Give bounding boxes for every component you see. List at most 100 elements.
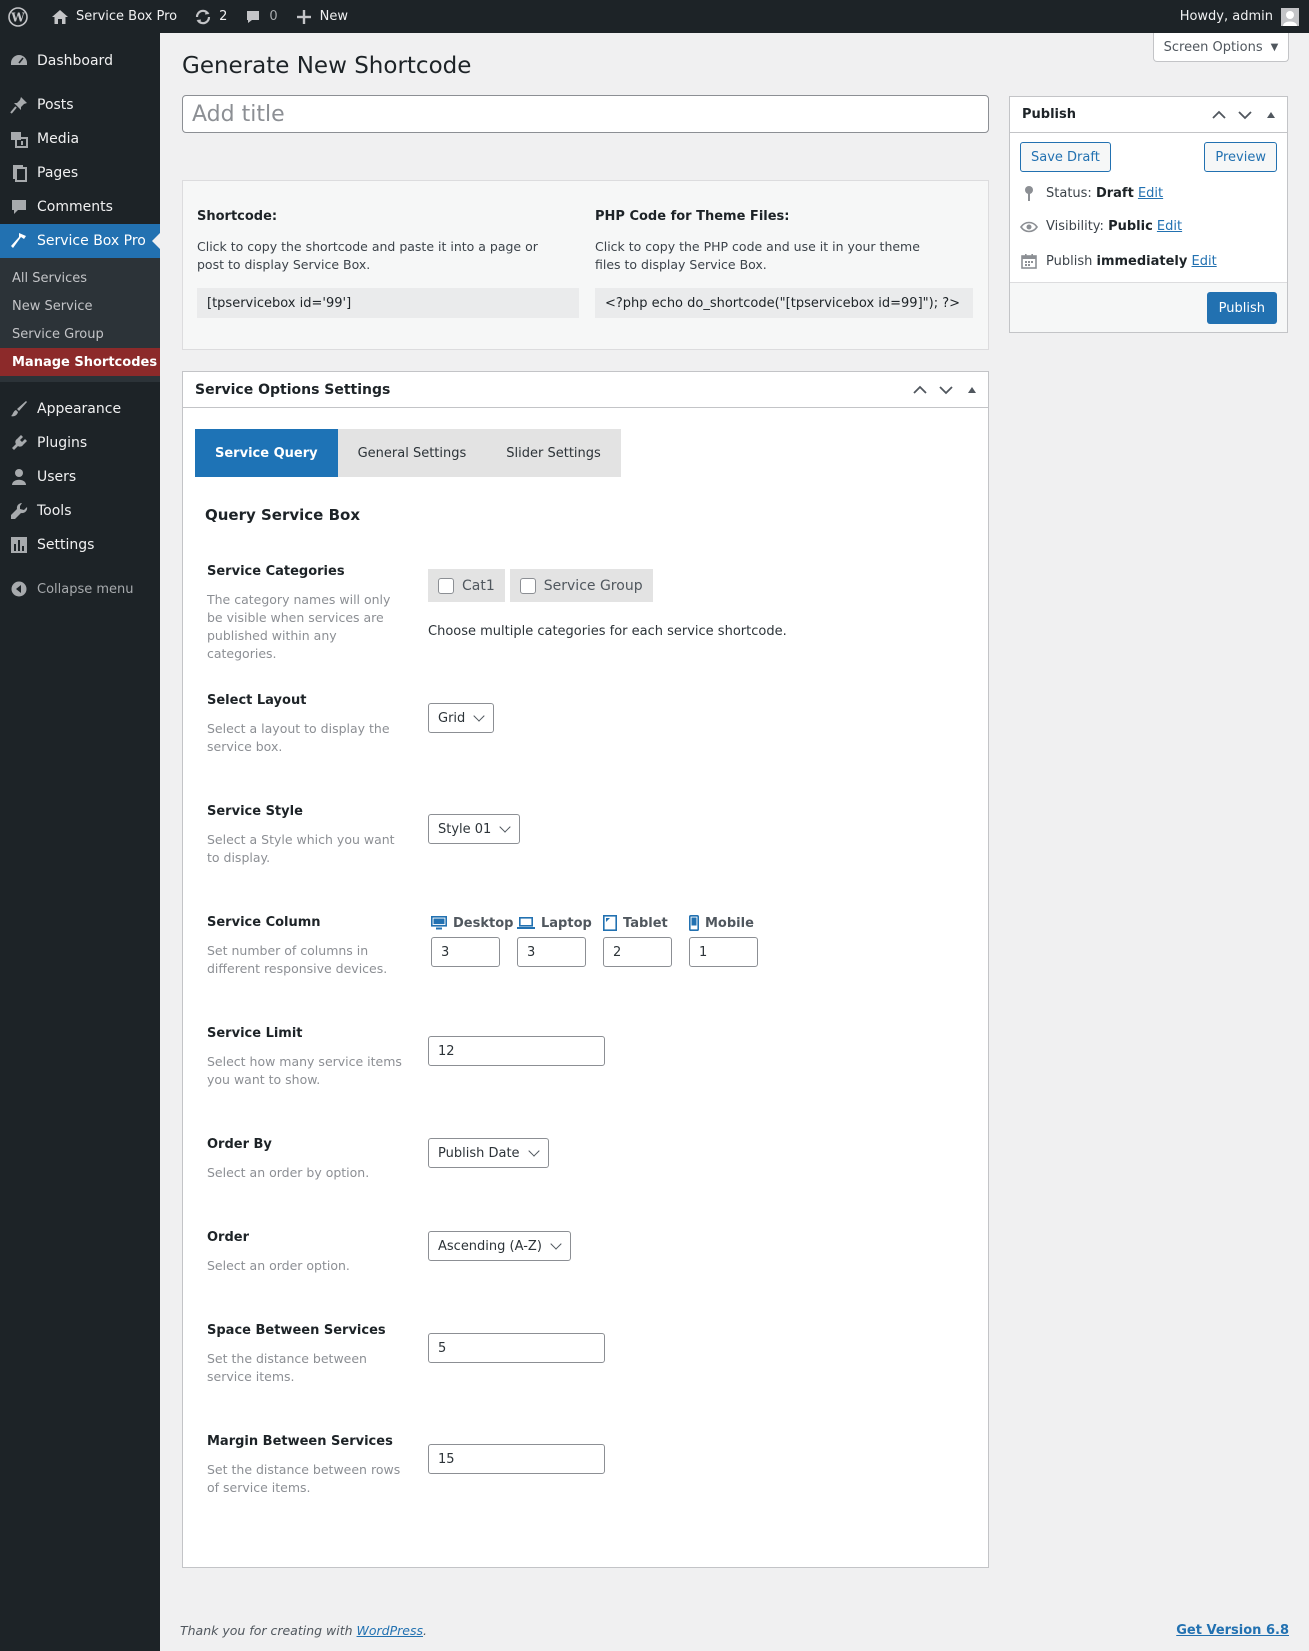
menu-appearance[interactable]: Appearance xyxy=(0,392,160,426)
mobile-icon xyxy=(689,915,699,931)
tab-general-settings[interactable]: General Settings xyxy=(338,429,487,477)
row-order-by: Order By Select an order by option. Publ… xyxy=(207,1137,967,1182)
chevron-down-icon[interactable] xyxy=(1235,110,1255,120)
categories-control: Cat1 Service Group Choose multiple categ… xyxy=(428,569,787,639)
menu-label: Users xyxy=(37,469,77,485)
menu-settings[interactable]: Settings xyxy=(0,528,160,562)
edit-schedule-link[interactable]: Edit xyxy=(1192,254,1217,269)
toggle-panel-icon[interactable] xyxy=(962,386,982,394)
main-content: Screen Options ▼ Generate New Shortcode … xyxy=(160,33,1309,1651)
desktop-columns-input[interactable]: 3 xyxy=(431,937,500,967)
category-label: Cat1 xyxy=(462,577,495,594)
chevron-up-icon[interactable] xyxy=(1209,110,1229,120)
menu-media[interactable]: Media xyxy=(0,122,160,156)
device-desktop: Desktop xyxy=(431,915,517,931)
category-option-cat1[interactable]: Cat1 xyxy=(428,569,505,602)
save-draft-button[interactable]: Save Draft xyxy=(1020,142,1111,172)
submenu-new-service[interactable]: New Service xyxy=(0,292,160,320)
admin-bar: W Service Box Pro 2 0 New Howdy, admin xyxy=(0,0,1309,33)
edit-status-link[interactable]: Edit xyxy=(1138,186,1163,201)
publish-schedule: Publish immediately Edit xyxy=(1020,253,1217,269)
device-label: Tablet xyxy=(623,915,668,931)
submenu-manage-shortcodes[interactable]: Manage Shortcodes xyxy=(0,348,160,376)
row-service-categories: Service Categories The category names wi… xyxy=(207,564,967,663)
margin-between-input[interactable]: 15 xyxy=(428,1444,605,1474)
menu-tools[interactable]: Tools xyxy=(0,494,160,528)
menu-comments[interactable]: Comments xyxy=(0,190,160,224)
visibility-label: Visibility: xyxy=(1046,219,1104,234)
chevron-up-icon[interactable] xyxy=(910,385,930,395)
tablet-columns-input[interactable]: 2 xyxy=(603,937,672,967)
order-select[interactable]: Ascending (A-Z) xyxy=(428,1231,571,1261)
menu-plugins[interactable]: Plugins xyxy=(0,426,160,460)
laptop-columns-input[interactable]: 3 xyxy=(517,937,586,967)
cat1-checkbox[interactable] xyxy=(438,577,454,594)
publish-value: immediately xyxy=(1096,253,1188,269)
device-mobile: Mobile xyxy=(689,915,775,931)
plugin-icon xyxy=(9,433,29,453)
space-between-input[interactable]: 5 xyxy=(428,1333,605,1363)
my-account[interactable]: Howdy, admin xyxy=(1180,0,1299,33)
desktop-icon xyxy=(431,916,447,930)
submenu-service-group[interactable]: Service Group xyxy=(0,320,160,348)
wordpress-link[interactable]: WordPress xyxy=(357,1623,423,1638)
edit-visibility-link[interactable]: Edit xyxy=(1157,219,1182,234)
layout-desc: Select a layout to display the service b… xyxy=(207,721,390,754)
users-icon xyxy=(9,467,29,487)
select-value: Grid xyxy=(438,710,466,726)
shortcode-copy-field[interactable]: [tpservicebox id='99'] xyxy=(197,288,579,318)
menu-label: Media xyxy=(37,131,80,147)
comments-link[interactable]: 0 xyxy=(235,0,285,33)
hammer-icon xyxy=(9,231,29,251)
chevron-down-icon xyxy=(499,821,511,833)
screen-options-button[interactable]: Screen Options ▼ xyxy=(1153,33,1289,62)
menu-label: Pages xyxy=(37,165,79,181)
preview-button[interactable]: Preview xyxy=(1204,142,1277,172)
menu-service-box-pro[interactable]: Service Box Pro xyxy=(0,224,160,258)
post-title-input[interactable]: Add title xyxy=(182,95,989,133)
site-name-link[interactable]: Service Box Pro xyxy=(42,0,185,33)
footer-version-link[interactable]: Get Version 6.8 xyxy=(1176,1623,1289,1638)
chevron-down-icon[interactable] xyxy=(936,385,956,395)
updates-link[interactable]: 2 xyxy=(185,0,235,33)
column-desc: Set number of columns in different respo… xyxy=(207,943,388,976)
page-title: Generate New Shortcode xyxy=(182,53,472,79)
php-code-copy-field[interactable]: <?php echo do_shortcode("[tpservicebox i… xyxy=(595,288,973,318)
menu-label: Dashboard xyxy=(37,53,113,69)
tab-service-query[interactable]: Service Query xyxy=(195,429,338,477)
publish-button[interactable]: Publish xyxy=(1206,292,1277,324)
menu-users[interactable]: Users xyxy=(0,460,160,494)
site-name: Service Box Pro xyxy=(76,9,178,24)
style-desc: Select a Style which you want to display… xyxy=(207,832,395,865)
menu-dashboard[interactable]: Dashboard xyxy=(0,44,160,78)
order-label: Order xyxy=(207,1230,249,1245)
toggle-panel-icon[interactable] xyxy=(1261,111,1281,119)
collapse-menu-button[interactable]: Collapse menu xyxy=(0,572,160,606)
wp-logo-menu[interactable]: W xyxy=(0,0,42,33)
comments-count: 0 xyxy=(269,9,278,24)
category-label: Service Group xyxy=(543,577,643,594)
layout-select[interactable]: Grid xyxy=(428,703,495,733)
new-content-link[interactable]: New xyxy=(286,0,356,33)
submenu-all-services[interactable]: All Services xyxy=(0,264,160,292)
laptop-icon xyxy=(517,916,535,930)
caret-down-icon: ▼ xyxy=(1270,41,1279,53)
title-placeholder: Add title xyxy=(192,101,285,127)
service-limit-input[interactable]: 12 xyxy=(428,1036,605,1066)
tab-slider-settings[interactable]: Slider Settings xyxy=(486,429,621,477)
device-label: Desktop xyxy=(453,915,514,931)
mobile-columns-input[interactable]: 1 xyxy=(689,937,758,967)
php-code-column: PHP Code for Theme Files: Click to copy … xyxy=(595,209,975,318)
style-select[interactable]: Style 01 xyxy=(428,814,521,844)
limit-desc: Select how many service items you want t… xyxy=(207,1054,402,1087)
row-space-between: Space Between Services Set the distance … xyxy=(207,1323,967,1386)
service-group-checkbox[interactable] xyxy=(519,577,536,594)
category-option-service-group[interactable]: Service Group xyxy=(509,569,653,602)
select-value: Style 01 xyxy=(438,821,492,837)
orderby-select[interactable]: Publish Date xyxy=(428,1138,549,1168)
publish-visibility: Visibility: Public Edit xyxy=(1020,219,1182,234)
categories-hint: Choose multiple categories for each serv… xyxy=(428,624,787,639)
menu-posts[interactable]: Posts xyxy=(0,88,160,122)
menu-pages[interactable]: Pages xyxy=(0,156,160,190)
wrench-icon xyxy=(9,501,29,521)
